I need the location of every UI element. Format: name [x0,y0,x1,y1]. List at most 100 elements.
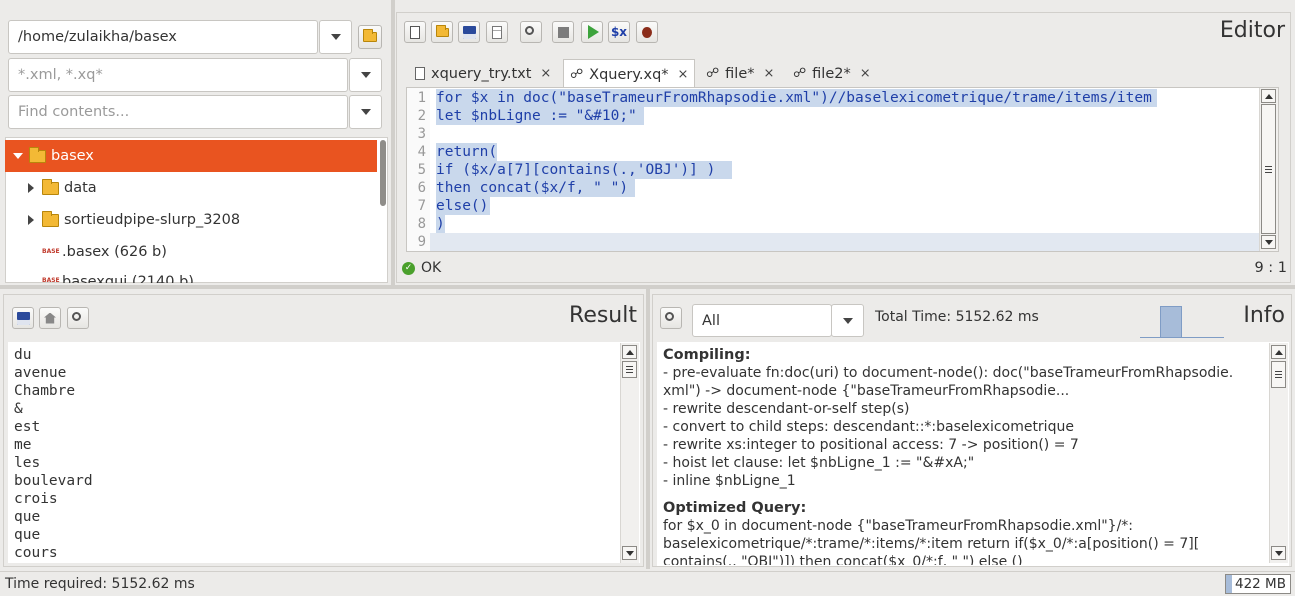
result-line: boulevard [14,473,93,489]
result-find-button[interactable] [67,307,89,329]
line-number: 6 [417,180,426,196]
find-contents-input[interactable]: Find contents... [8,95,348,129]
result-home-button[interactable] [39,307,61,329]
tree-item-data[interactable]: data [5,172,377,204]
close-icon[interactable]: ⨯ [764,66,775,81]
folder-icon [363,29,377,42]
variables-label: $x [610,25,628,39]
find-button[interactable] [520,21,542,43]
result-line: Chambre [14,383,76,399]
cursor-position: 9 : 1 [1254,260,1287,276]
chevron-down-icon [842,317,853,324]
arrow-up-icon [1274,349,1283,355]
save-button[interactable] [458,21,480,43]
line-number: 5 [417,162,426,178]
chevron-down-icon [360,109,371,115]
result-title: Result [569,303,637,328]
time-required: Time required: 5152.62 ms [5,576,195,592]
splitter-result-info[interactable] [646,289,650,569]
result-line: me [14,437,32,453]
tab-file[interactable]: ☍ file* ⨯ [700,59,780,88]
splitter-vertical[interactable] [391,0,395,285]
run-button[interactable] [581,21,603,43]
result-line: avenue [14,365,67,381]
tab-label: xquery_try.txt [431,65,532,82]
xquery-file-icon: ☍ [570,67,584,82]
tab-xquery-xq[interactable]: ☍ Xquery.xq* ⨯ [563,59,696,89]
line-number: 9 [417,234,426,250]
info-heading: Compiling: [663,347,751,363]
result-line: du [14,347,32,363]
path-dropdown-button[interactable] [319,20,352,54]
scroll-thumb[interactable] [1271,361,1286,388]
chevron-down-icon [330,34,341,40]
scroll-down-button[interactable] [622,546,637,560]
scroll-down-button[interactable] [1261,235,1276,249]
filter-input[interactable]: *.xml, *.xq* [8,58,348,92]
magnifier-icon [665,312,674,321]
close-icon[interactable]: ⨯ [540,66,551,81]
code-line: return( [436,144,498,160]
new-file-icon [410,25,420,39]
memory-fill [1226,575,1232,593]
memory-indicator[interactable]: 422 MB [1225,574,1291,594]
path-input[interactable]: /home/zulaikha/basex [8,20,318,54]
basex-file-icon: BASE [42,277,60,283]
info-filter-dropdown-button[interactable] [831,304,864,337]
info-filter-select[interactable]: All [692,304,832,337]
tree-scrollbar[interactable] [380,140,386,206]
new-file-button[interactable] [404,21,426,43]
basex-file-icon: BASE [42,248,60,255]
collapsed-arrow-icon [28,183,34,193]
total-time: Total Time: 5152.62 ms [875,309,1039,325]
result-text-area[interactable] [8,342,640,563]
stop-button[interactable] [552,21,574,43]
scroll-up-button[interactable] [622,345,637,359]
tree-item-label: sortieudpipe-slurp_3208 [64,212,241,228]
collapsed-arrow-icon [28,215,34,225]
close-file-button[interactable] [486,21,508,43]
open-folder-button[interactable] [358,25,382,49]
arrow-up-icon [625,349,634,355]
document-icon [492,25,502,39]
info-line: - convert to child steps: descendant::*:… [663,419,1074,435]
find-contents-dropdown-button[interactable] [349,95,382,129]
tab-xquery-try[interactable]: xquery_try.txt ⨯ [409,59,557,88]
magnifier-icon [525,26,534,35]
tree-item-basexgui[interactable]: BASE basexgui (2140 b) [5,268,377,283]
scroll-up-button[interactable] [1271,345,1286,359]
code-line: else() [436,198,489,214]
scroll-down-button[interactable] [1271,546,1286,560]
info-find-button[interactable] [660,307,682,329]
variables-button[interactable]: $x [608,21,630,43]
scroll-thumb[interactable] [622,361,637,378]
line-number: 3 [417,126,426,142]
debug-button[interactable] [636,21,658,43]
tab-file2[interactable]: ☍ file2* ⨯ [787,59,877,88]
result-line: & [14,401,23,417]
filter-dropdown-button[interactable] [349,58,382,92]
tab-label: file* [725,65,755,82]
close-icon[interactable]: ⨯ [860,66,871,81]
result-save-button[interactable] [12,307,34,329]
info-line: contains(., "OBJ")]) then concat($x_0/*:… [663,554,1023,565]
check-icon: ✓ [402,261,415,275]
tree-item-basex-config[interactable]: BASE .basex (626 b) [5,236,377,268]
tree-item-sortieudpipe[interactable]: sortieudpipe-slurp_3208 [5,204,377,236]
home-icon [44,312,56,324]
close-icon[interactable]: ⨯ [678,67,689,82]
status-text: OK [421,260,442,276]
result-line: que [14,527,41,543]
result-line: crois [14,491,58,507]
code-line: then concat($x/f, " ") [436,180,629,196]
info-line: - hoist let clause: let $nbLigne_1 := "&… [663,455,975,471]
scroll-up-button[interactable] [1261,89,1276,103]
info-line: xml") -> document-node {"baseTrameurFrom… [663,383,1070,399]
scroll-thumb[interactable] [1261,104,1276,234]
tree-item-basex[interactable]: basex [5,140,377,172]
bug-icon [642,26,652,38]
ok-status: ✓ OK [402,260,441,276]
editor-title: Editor [1219,18,1285,43]
open-file-button[interactable] [431,21,453,43]
folder-icon [29,146,46,163]
